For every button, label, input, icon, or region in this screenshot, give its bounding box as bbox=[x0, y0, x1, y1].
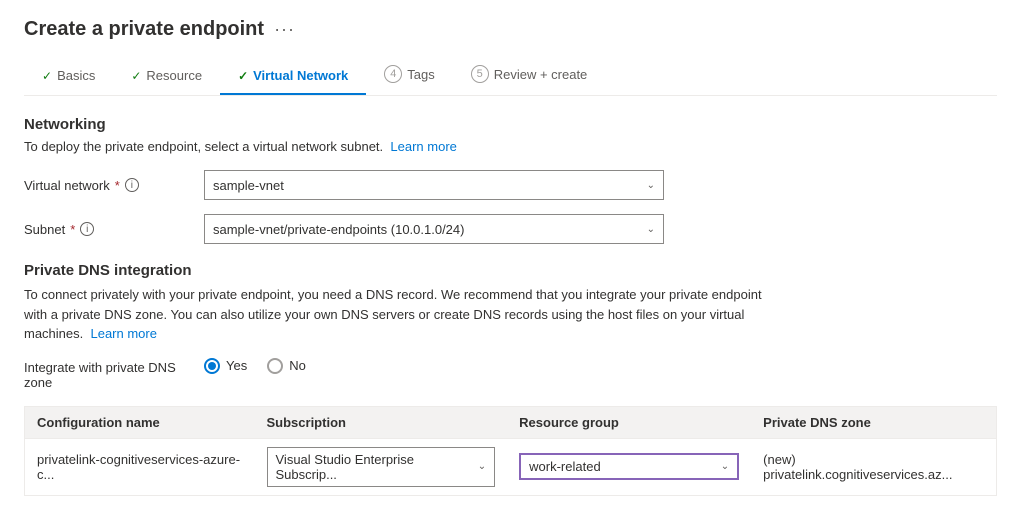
cell-subscription[interactable]: Visual Studio Enterprise Subscrip... ⌄ bbox=[255, 438, 508, 495]
networking-learn-more[interactable]: Learn more bbox=[390, 139, 456, 154]
cell-resource-group[interactable]: work-related ⌄ bbox=[507, 438, 751, 495]
dns-integrate-row: Integrate with private DNS zone Yes No bbox=[24, 358, 997, 392]
tab-review-create[interactable]: 5 Review + create bbox=[453, 57, 606, 95]
radio-yes-label: Yes bbox=[226, 358, 247, 373]
tab-tags[interactable]: 4 Tags bbox=[366, 57, 452, 95]
radio-no-label: No bbox=[289, 358, 306, 373]
col-dns-zone: Private DNS zone bbox=[751, 406, 996, 438]
tab-virtual-network[interactable]: ✓ Virtual Network bbox=[220, 60, 366, 95]
radio-no[interactable]: No bbox=[267, 358, 306, 374]
virtual-network-value: sample-vnet bbox=[213, 178, 284, 193]
tabs-row: ✓ Basics ✓ Resource ✓ Virtual Network 4 … bbox=[24, 57, 997, 96]
subnet-select[interactable]: sample-vnet/private-endpoints (10.0.1.0/… bbox=[204, 214, 664, 244]
dns-integrate-label: Integrate with private DNS zone bbox=[24, 360, 204, 390]
tab-resource-label: Resource bbox=[146, 68, 202, 83]
radio-yes-circle bbox=[204, 358, 220, 374]
cell-config-name: privatelink-cognitiveservices-azure-c... bbox=[25, 438, 255, 495]
dns-table: Configuration name Subscription Resource… bbox=[24, 406, 997, 496]
subnet-chevron-icon: ⌄ bbox=[647, 224, 655, 235]
resource-group-select[interactable]: work-related ⌄ bbox=[519, 453, 739, 480]
dns-section-desc: To connect privately with your private e… bbox=[24, 285, 784, 344]
col-subscription: Subscription bbox=[255, 406, 508, 438]
subnet-value: sample-vnet/private-endpoints (10.0.1.0/… bbox=[213, 222, 464, 237]
subnet-row: Subnet * i sample-vnet/private-endpoints… bbox=[24, 214, 997, 244]
virtual-network-required: * bbox=[115, 178, 120, 193]
page-title: Create a private endpoint bbox=[24, 18, 264, 41]
radio-yes[interactable]: Yes bbox=[204, 358, 247, 374]
virtual-network-chevron-icon: ⌄ bbox=[647, 180, 655, 191]
dns-radio-group: Yes No bbox=[204, 358, 306, 374]
dns-table-header-row: Configuration name Subscription Resource… bbox=[25, 406, 997, 438]
networking-section-desc: To deploy the private endpoint, select a… bbox=[24, 139, 997, 154]
tab-tags-label: Tags bbox=[407, 67, 434, 82]
virtual-network-label: Virtual network * i bbox=[24, 178, 204, 193]
subnet-required: * bbox=[70, 222, 75, 237]
virtual-network-info-icon[interactable]: i bbox=[125, 178, 139, 192]
networking-section-title: Networking bbox=[24, 116, 997, 133]
tab-resource[interactable]: ✓ Resource bbox=[113, 60, 220, 95]
virtual-network-row: Virtual network * i sample-vnet ⌄ bbox=[24, 170, 997, 200]
subnet-label: Subnet * i bbox=[24, 222, 204, 237]
subscription-value: Visual Studio Enterprise Subscrip... bbox=[276, 452, 478, 482]
basics-check-icon: ✓ bbox=[42, 69, 52, 83]
tab-basics-label: Basics bbox=[57, 68, 95, 83]
radio-no-circle bbox=[267, 358, 283, 374]
dns-learn-more[interactable]: Learn more bbox=[90, 326, 156, 341]
resource-check-icon: ✓ bbox=[131, 69, 141, 83]
dns-section-title: Private DNS integration bbox=[24, 262, 997, 279]
virtual-network-check-icon: ✓ bbox=[238, 69, 248, 83]
review-step-circle: 5 bbox=[471, 65, 489, 83]
subscription-chevron-icon: ⌄ bbox=[478, 461, 486, 472]
tags-step-circle: 4 bbox=[384, 65, 402, 83]
dns-section: Private DNS integration To connect priva… bbox=[24, 262, 997, 496]
col-resource-group: Resource group bbox=[507, 406, 751, 438]
tab-virtual-network-label: Virtual Network bbox=[253, 68, 348, 83]
tab-review-create-label: Review + create bbox=[494, 67, 588, 82]
resource-group-chevron-icon: ⌄ bbox=[721, 461, 729, 472]
virtual-network-select[interactable]: sample-vnet ⌄ bbox=[204, 170, 664, 200]
main-content: Networking To deploy the private endpoin… bbox=[24, 96, 997, 496]
col-config-name: Configuration name bbox=[25, 406, 255, 438]
subnet-info-icon[interactable]: i bbox=[80, 222, 94, 236]
cell-dns-zone: (new) privatelink.cognitiveservices.az..… bbox=[751, 438, 996, 495]
tab-basics[interactable]: ✓ Basics bbox=[24, 60, 113, 95]
more-options-icon[interactable]: ··· bbox=[274, 19, 295, 40]
resource-group-value: work-related bbox=[529, 459, 601, 474]
table-row: privatelink-cognitiveservices-azure-c...… bbox=[25, 438, 997, 495]
subscription-select[interactable]: Visual Studio Enterprise Subscrip... ⌄ bbox=[267, 447, 496, 487]
